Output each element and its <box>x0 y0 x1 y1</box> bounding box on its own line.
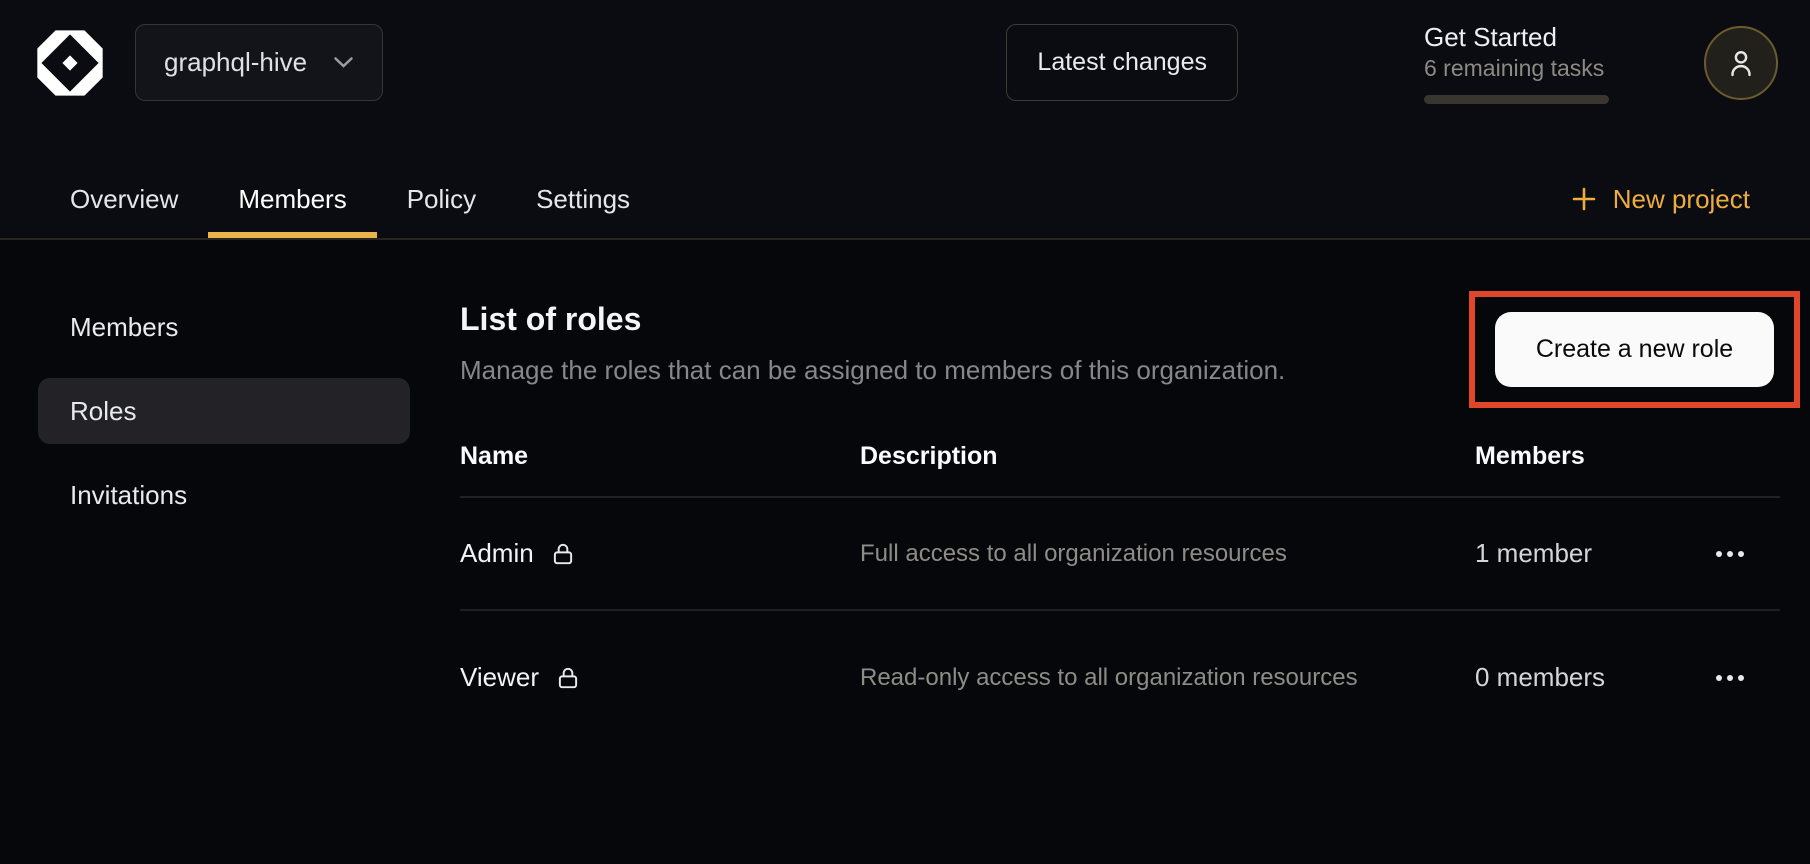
hive-logo-icon <box>35 28 105 98</box>
role-name-cell: Admin <box>460 538 860 569</box>
chevron-down-icon <box>333 56 354 69</box>
tab-members[interactable]: Members <box>208 160 376 238</box>
column-header-members: Members <box>1475 442 1685 471</box>
lock-icon <box>555 665 581 691</box>
role-name-cell: Viewer <box>460 662 860 693</box>
sidebar-item-invitations[interactable]: Invitations <box>38 462 410 528</box>
row-actions-menu-button[interactable] <box>1702 534 1758 574</box>
tab-navigation: Overview Members Policy Settings New pro… <box>0 160 1810 240</box>
get-started-widget[interactable]: Get Started 6 remaining tasks <box>1424 22 1609 104</box>
role-description: Read-only access to all organization res… <box>860 661 1400 695</box>
role-name: Viewer <box>460 662 539 693</box>
members-sidebar: Members Roles Invitations <box>38 294 410 744</box>
latest-changes-button[interactable]: Latest changes <box>1006 24 1238 101</box>
annotation-highlight-box: Create a new role <box>1469 291 1800 408</box>
lock-icon <box>550 541 576 567</box>
sidebar-item-roles[interactable]: Roles <box>38 378 410 444</box>
role-description: Full access to all organization resource… <box>860 537 1400 571</box>
table-row-admin: Admin Full access to all organization re… <box>460 498 1780 609</box>
page-content: Members Roles Invitations List of roles … <box>0 240 1810 744</box>
get-started-progress-bar <box>1424 95 1609 104</box>
row-actions-menu-button[interactable] <box>1702 658 1758 698</box>
organization-name: graphql-hive <box>164 47 307 78</box>
get-started-title: Get Started <box>1424 22 1609 52</box>
column-header-description: Description <box>860 442 1475 471</box>
tab-settings[interactable]: Settings <box>506 160 660 238</box>
header: graphql-hive Latest changes Get Started … <box>0 0 1810 240</box>
column-header-actions <box>1685 442 1780 471</box>
role-members-count: 1 member <box>1475 538 1685 569</box>
tab-overview[interactable]: Overview <box>40 160 208 238</box>
create-new-role-button[interactable]: Create a new role <box>1495 312 1774 387</box>
organization-selector[interactable]: graphql-hive <box>135 24 383 101</box>
top-bar-right: Latest changes Get Started 6 remaining t… <box>1006 22 1778 104</box>
tab-policy[interactable]: Policy <box>377 160 506 238</box>
table-header-row: Name Description Members <box>460 426 1780 498</box>
user-avatar[interactable] <box>1704 26 1778 100</box>
new-project-label: New project <box>1613 184 1750 215</box>
get-started-remaining-tasks: 6 remaining tasks <box>1424 55 1609 82</box>
new-project-link[interactable]: New project <box>1571 160 1750 238</box>
roles-table: Name Description Members Admin Full acce… <box>460 426 1780 744</box>
table-row-viewer: Viewer Read-only access to all organizat… <box>460 609 1780 744</box>
ellipsis-icon <box>1716 675 1722 681</box>
plus-icon <box>1571 186 1597 212</box>
role-members-count: 0 members <box>1475 662 1685 693</box>
roles-panel: List of roles Manage the roles that can … <box>460 294 1780 744</box>
user-icon <box>1724 45 1758 81</box>
ellipsis-icon <box>1716 551 1722 557</box>
role-name: Admin <box>460 538 534 569</box>
column-header-name: Name <box>460 442 860 471</box>
top-bar: graphql-hive Latest changes Get Started … <box>0 0 1810 101</box>
sidebar-item-members[interactable]: Members <box>38 294 410 360</box>
